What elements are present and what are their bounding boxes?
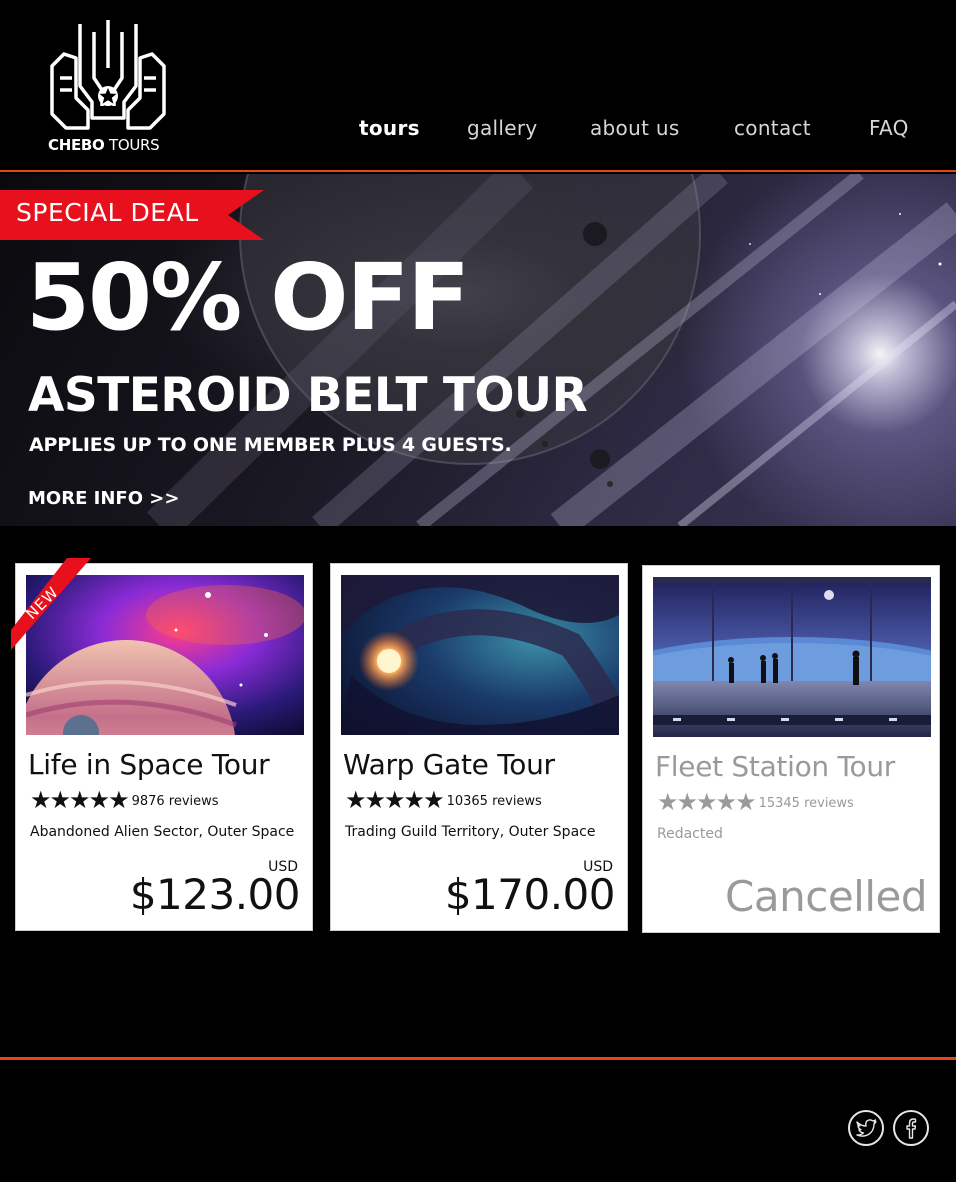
new-badge: NEW	[11, 558, 91, 650]
tour-title: Fleet Station Tour	[655, 750, 895, 783]
star-rating-icon: ★★★★★	[30, 786, 130, 814]
tour-status-cancelled: Cancelled	[725, 872, 927, 921]
hero-title: ASTEROID BELT TOUR	[28, 368, 588, 423]
tour-price: $170.00	[444, 870, 616, 919]
hero-banner[interactable]: SPECIAL DEAL 50% OFF ASTEROID BELT TOUR …	[0, 174, 956, 526]
facebook-icon[interactable]	[893, 1110, 929, 1146]
tour-rating: ★★★★★ 9876 reviews	[30, 786, 219, 814]
review-count: 10365 reviews	[446, 794, 542, 809]
tour-rating: ★★★★★ 10365 reviews	[345, 786, 542, 814]
review-count: 9876 reviews	[131, 794, 219, 809]
tour-title: Warp Gate Tour	[343, 748, 555, 781]
nav-item-gallery[interactable]: gallery	[467, 116, 538, 140]
main-nav: tours gallery about us contact FAQ	[0, 116, 956, 146]
nav-item-contact[interactable]: contact	[734, 116, 811, 140]
tour-image-warp-gate	[341, 575, 619, 735]
special-deal-label: SPECIAL DEAL	[16, 198, 199, 227]
tour-location: Redacted	[657, 826, 723, 842]
star-rating-icon: ★★★★★	[657, 788, 757, 816]
site-footer	[0, 1057, 956, 1182]
more-info-link[interactable]: MORE INFO >>	[28, 488, 179, 509]
nav-item-tours[interactable]: tours	[359, 116, 420, 140]
tour-card-warp-gate[interactable]: Warp Gate Tour ★★★★★ 10365 reviews Tradin…	[330, 563, 628, 931]
tour-price: $123.00	[129, 870, 301, 919]
tour-image-fleet-station	[653, 577, 931, 737]
site-header: CHEBO TOURS tours gallery about us conta…	[0, 0, 956, 172]
nav-item-about-us[interactable]: about us	[590, 116, 680, 140]
hero-discount: 50% OFF	[26, 244, 470, 351]
nav-item-faq[interactable]: FAQ	[869, 116, 909, 140]
tour-location: Trading Guild Territory, Outer Space	[345, 824, 596, 840]
star-rating-icon: ★★★★★	[345, 786, 445, 814]
tour-rating: ★★★★★ 15345 reviews	[657, 788, 854, 816]
review-count: 15345 reviews	[758, 796, 854, 811]
tour-title: Life in Space Tour	[28, 748, 270, 781]
twitter-icon[interactable]	[848, 1110, 884, 1146]
tour-location: Abandoned Alien Sector, Outer Space	[30, 824, 295, 840]
hero-subtitle: APPLIES UP TO ONE MEMBER PLUS 4 GUESTS.	[29, 434, 512, 456]
tour-card-fleet-station[interactable]: Fleet Station Tour ★★★★★ 15345 reviews Re…	[642, 565, 940, 933]
